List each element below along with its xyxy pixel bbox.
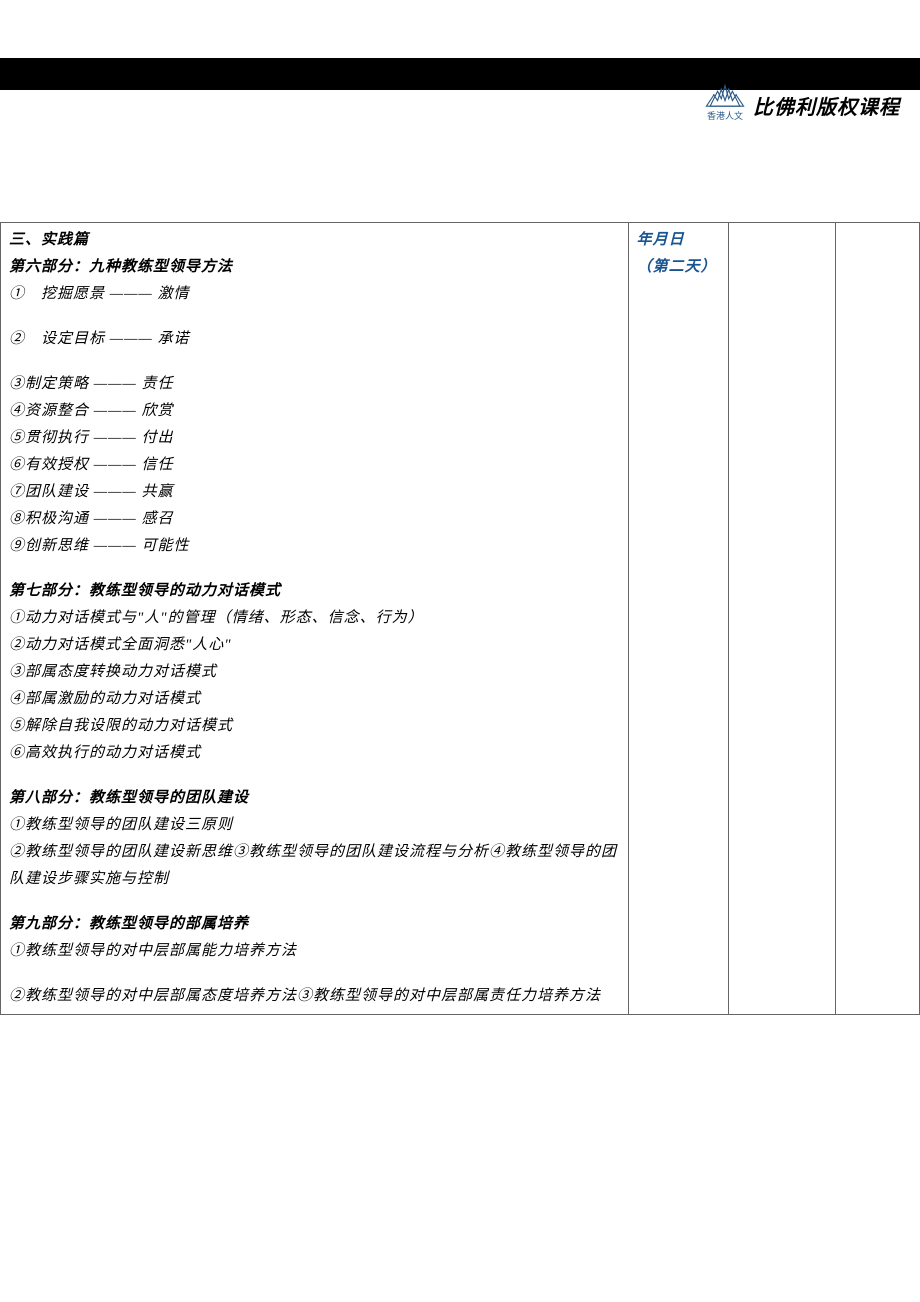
part9-item-1: ①教练型领导的对中层部属能力培养方法 bbox=[9, 938, 620, 965]
part8-item-2: ②教练型领导的团队建设新思维③教练型领导的团队建设流程与分析④教练型领导的团队建… bbox=[9, 839, 620, 893]
part7-item-3: ③部属态度转换动力对话模式 bbox=[9, 659, 620, 686]
section-title: 三、实践篇 bbox=[9, 227, 620, 254]
date-line2: （第二天） bbox=[637, 254, 721, 281]
part7-title: 第七部分：教练型领导的动力对话模式 bbox=[9, 578, 620, 605]
part9-title: 第九部分：教练型领导的部属培养 bbox=[9, 911, 620, 938]
spacer bbox=[9, 893, 620, 911]
part6-item-8: ⑧积极沟通 ——— 感召 bbox=[9, 506, 620, 533]
page-container: 香港人文 比佛利版权课程 三、实践篇 第六部分：九种教练型领导方法 ① 挖掘愿景… bbox=[0, 58, 920, 1015]
part6-item-7: ⑦团队建设 ——— 共赢 bbox=[9, 479, 620, 506]
empty-col4 bbox=[835, 223, 919, 1015]
logo-mountain-icon: 香港人文 bbox=[701, 82, 749, 122]
part7-item-6: ⑥高效执行的动力对话模式 bbox=[9, 740, 620, 767]
part9-item-2: ②教练型领导的对中层部属态度培养方法③教练型领导的对中层部属责任力培养方法 bbox=[9, 983, 620, 1010]
logo-container: 香港人文 比佛利版权课程 bbox=[701, 82, 900, 122]
part7-item-2: ②动力对话模式全面洞悉"人心" bbox=[9, 632, 620, 659]
header-area: 香港人文 比佛利版权课程 bbox=[0, 82, 920, 122]
logo-subtext: 香港人文 bbox=[707, 109, 743, 122]
part7-item-4: ④部属激励的动力对话模式 bbox=[9, 686, 620, 713]
part6-item-9: ⑨创新思维 ——— 可能性 bbox=[9, 533, 620, 560]
part8-item-1: ①教练型领导的团队建设三原则 bbox=[9, 812, 620, 839]
main-content-cell: 三、实践篇 第六部分：九种教练型领导方法 ① 挖掘愿景 ——— 激情 ② 设定目… bbox=[1, 223, 629, 1015]
part6-title: 第六部分：九种教练型领导方法 bbox=[9, 254, 620, 281]
spacer bbox=[9, 767, 620, 785]
part6-item-5: ⑤贯彻执行 ——— 付出 bbox=[9, 425, 620, 452]
part8-title: 第八部分：教练型领导的团队建设 bbox=[9, 785, 620, 812]
spacer bbox=[9, 560, 620, 578]
part6-item-4: ④资源整合 ——— 欣赏 bbox=[9, 398, 620, 425]
content-table: 三、实践篇 第六部分：九种教练型领导方法 ① 挖掘愿景 ——— 激情 ② 设定目… bbox=[0, 222, 920, 1015]
date-cell: 年月日 （第二天） bbox=[628, 223, 729, 1015]
part6-item-1: ① 挖掘愿景 ——— 激情 bbox=[9, 281, 620, 308]
part6-item-6: ⑥有效授权 ——— 信任 bbox=[9, 452, 620, 479]
part6-item-2: ② 设定目标 ——— 承诺 bbox=[9, 326, 620, 353]
header-title: 比佛利版权课程 bbox=[753, 91, 900, 122]
part6-item-3: ③制定策略 ——— 责任 bbox=[9, 371, 620, 398]
part7-item-1: ①动力对话模式与"人"的管理（情绪、形态、信念、行为） bbox=[9, 605, 620, 632]
date-line1: 年月日 bbox=[637, 227, 721, 254]
empty-col3 bbox=[729, 223, 835, 1015]
part7-item-5: ⑤解除自我设限的动力对话模式 bbox=[9, 713, 620, 740]
